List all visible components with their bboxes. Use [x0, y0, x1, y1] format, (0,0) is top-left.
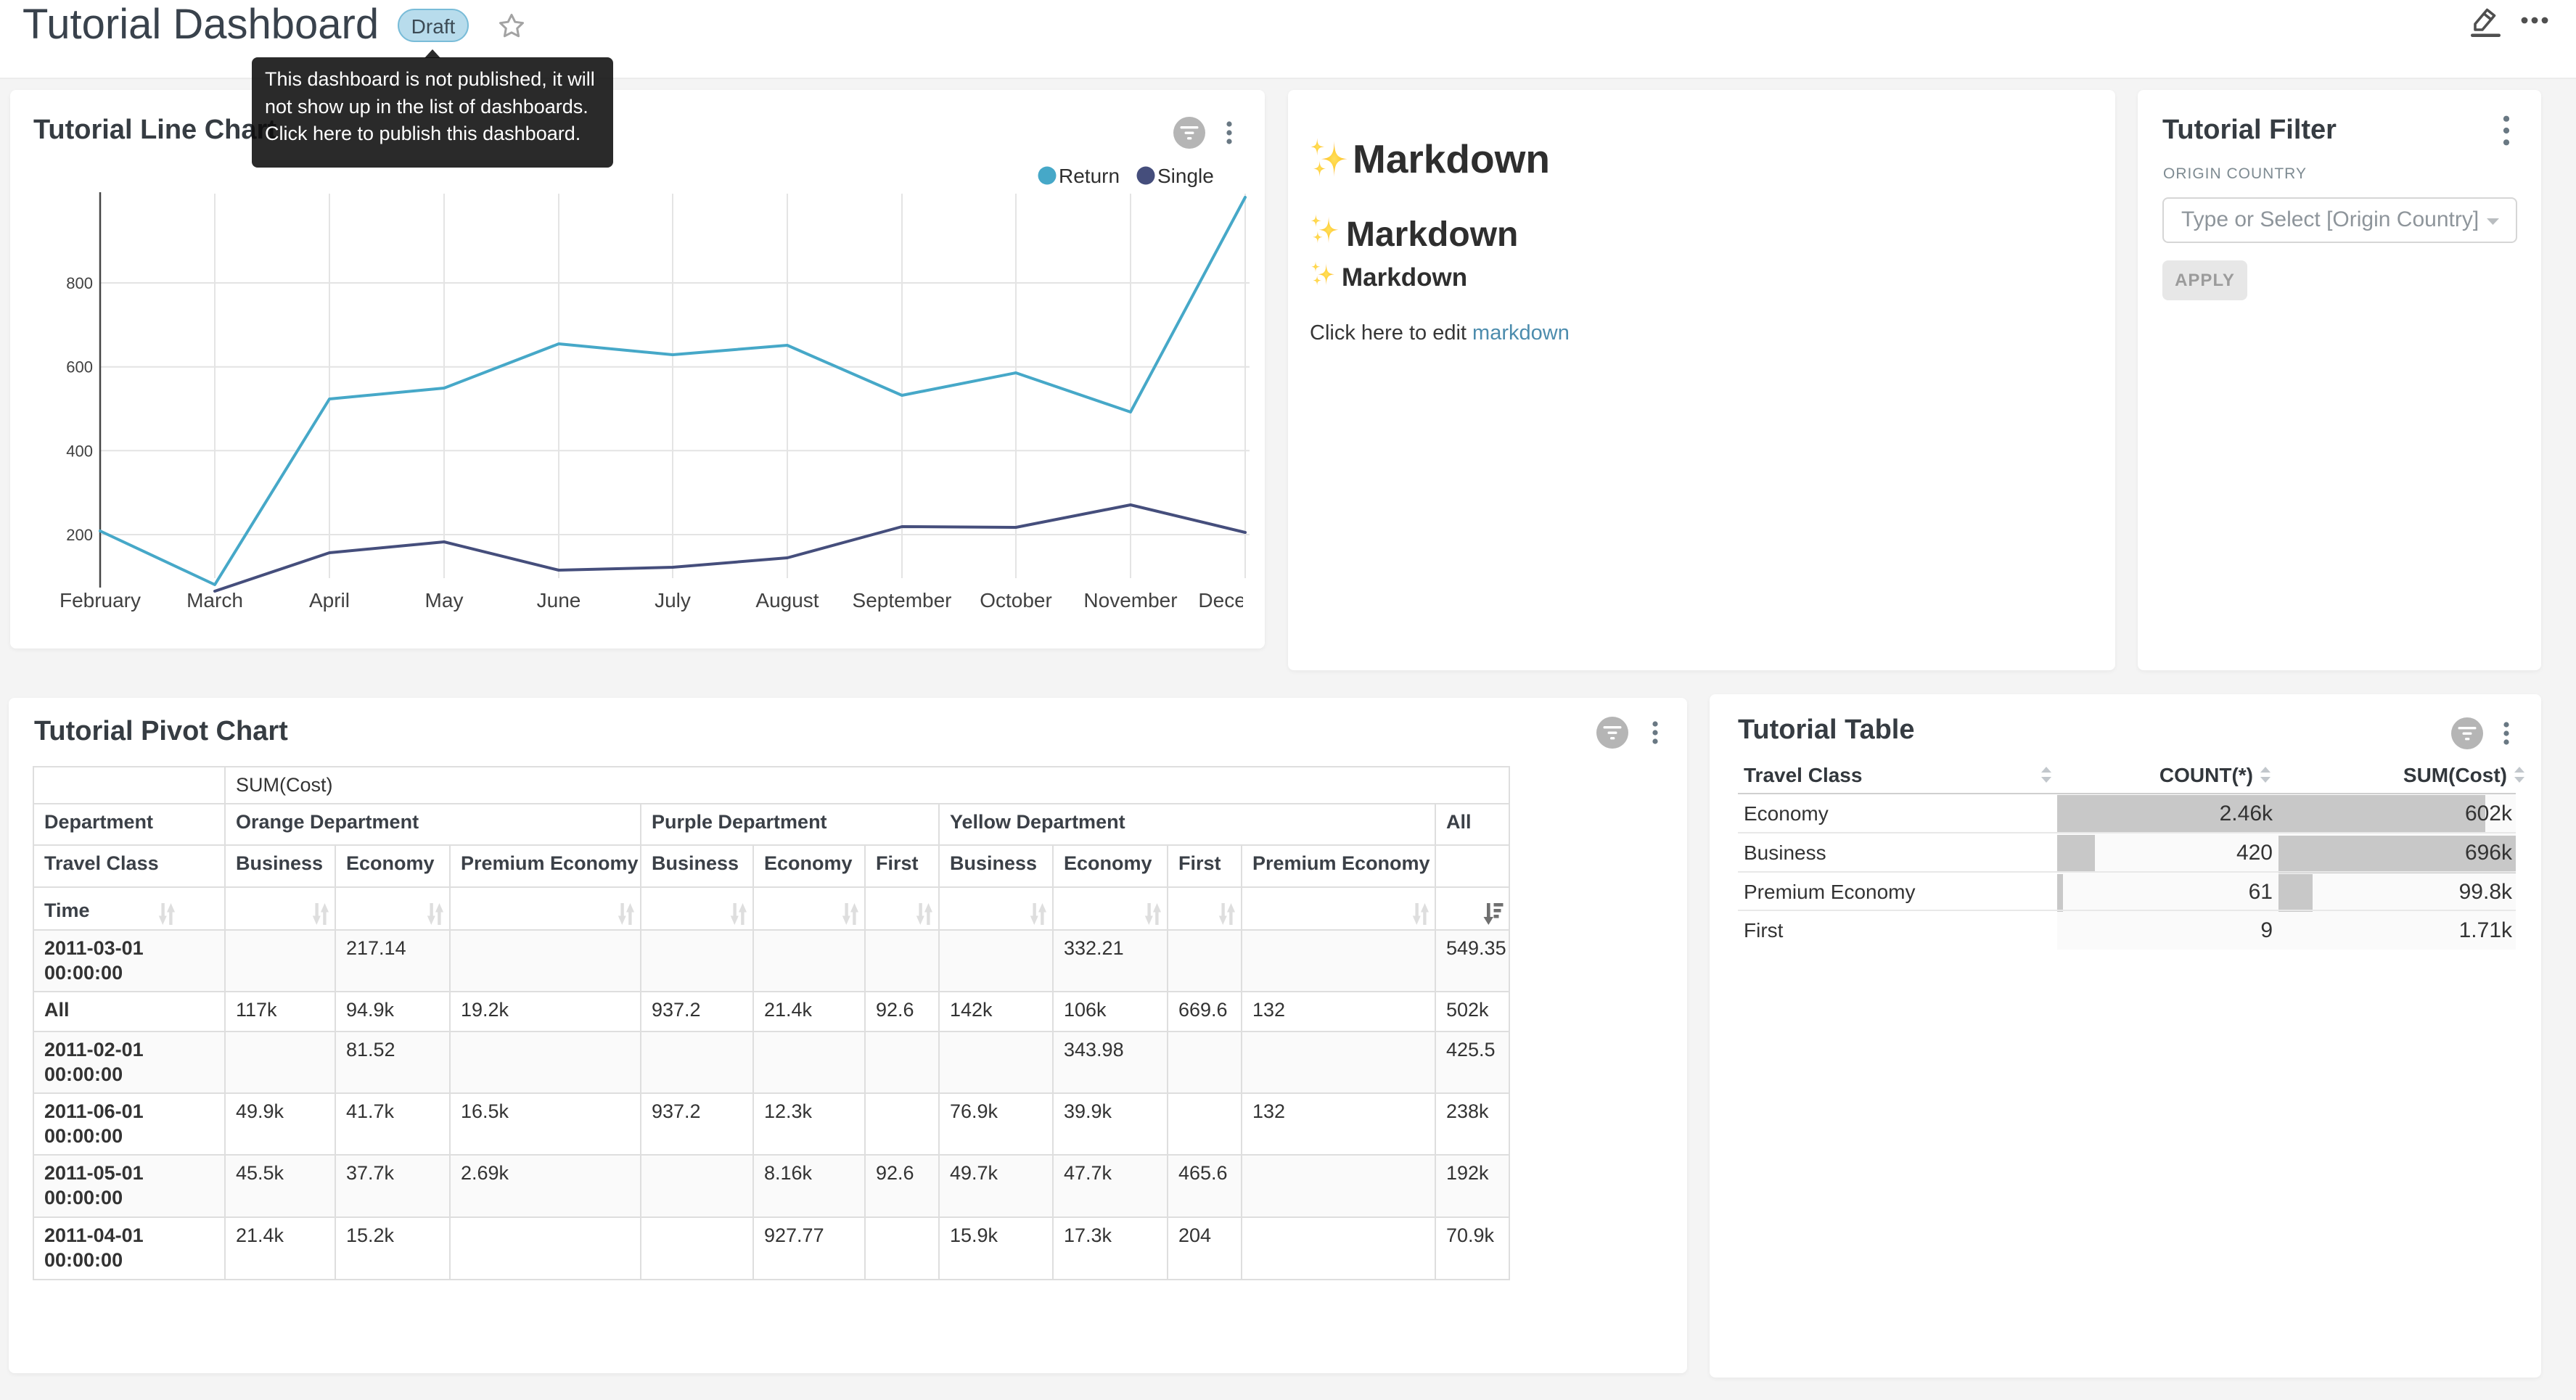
- svg-text:December: December: [1198, 589, 1292, 612]
- svg-text:400: 400: [66, 442, 93, 460]
- svg-text:November: November: [1083, 589, 1177, 612]
- svg-text:October: October: [980, 589, 1052, 612]
- svg-text:200: 200: [66, 526, 93, 544]
- svg-text:March: March: [186, 589, 243, 612]
- svg-text:May: May: [425, 589, 464, 612]
- svg-text:July: July: [655, 589, 691, 612]
- svg-text:August: August: [755, 589, 819, 612]
- svg-text:June: June: [537, 589, 581, 612]
- svg-text:February: February: [60, 589, 141, 612]
- svg-text:600: 600: [66, 358, 93, 376]
- svg-text:September: September: [853, 589, 952, 612]
- svg-text:April: April: [309, 589, 350, 612]
- svg-text:800: 800: [66, 274, 93, 292]
